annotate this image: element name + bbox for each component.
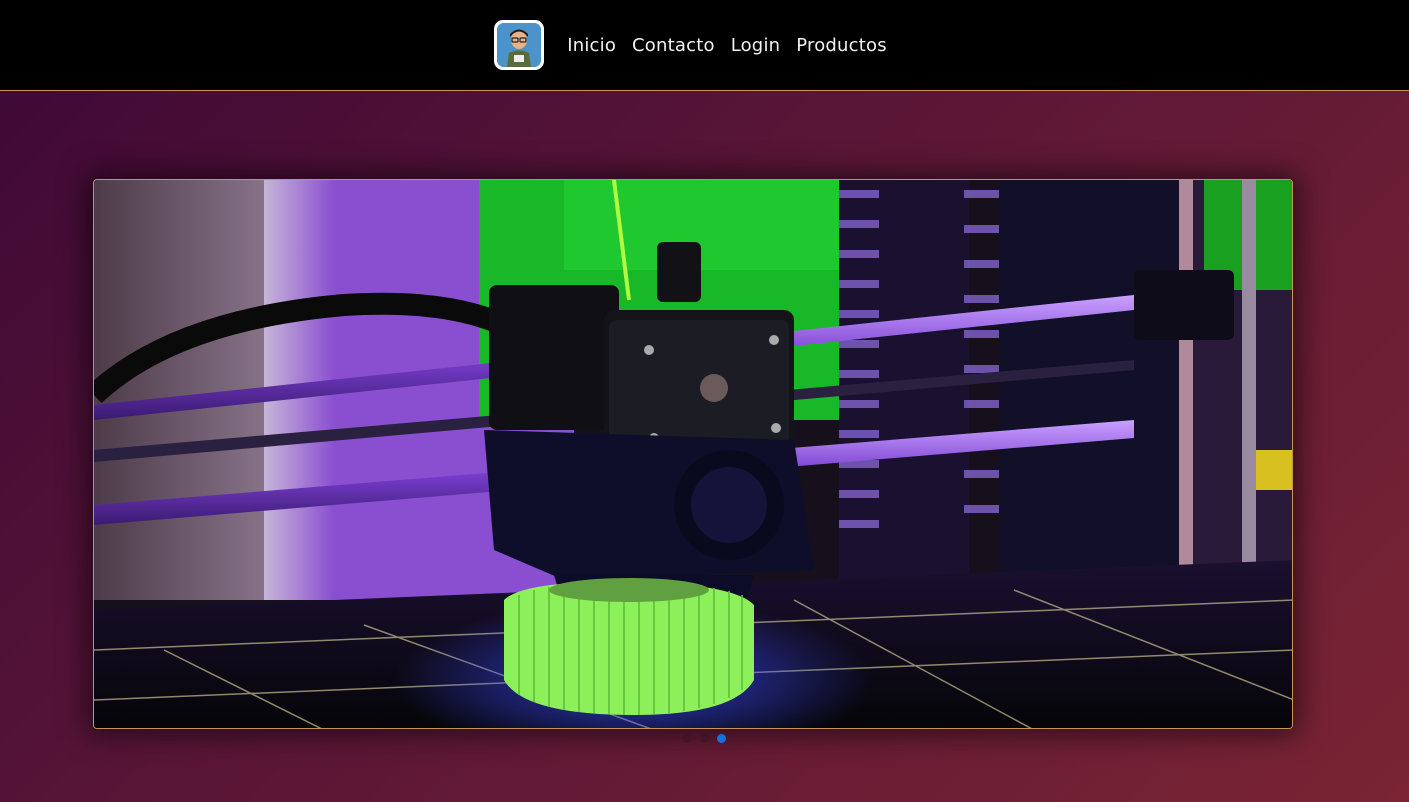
carousel-indicator-2[interactable]: [700, 734, 709, 743]
carousel-indicator-3[interactable]: [717, 734, 726, 743]
nav-link-contacto[interactable]: Contacto: [632, 35, 715, 56]
carousel-indicators: [0, 734, 1409, 743]
nav-inner: Inicio Contacto Login Productos: [494, 20, 903, 70]
image-carousel[interactable]: [93, 179, 1293, 729]
nav-link-inicio[interactable]: Inicio: [567, 35, 616, 56]
carousel-slide-image: [94, 180, 1292, 728]
nav-link-productos[interactable]: Productos: [796, 35, 887, 56]
nav-link-login[interactable]: Login: [731, 35, 781, 56]
carousel-indicator-1[interactable]: [683, 734, 692, 743]
avatar-icon: [497, 23, 542, 67]
navbar: Inicio Contacto Login Productos: [0, 0, 1409, 91]
logo[interactable]: [494, 20, 545, 70]
